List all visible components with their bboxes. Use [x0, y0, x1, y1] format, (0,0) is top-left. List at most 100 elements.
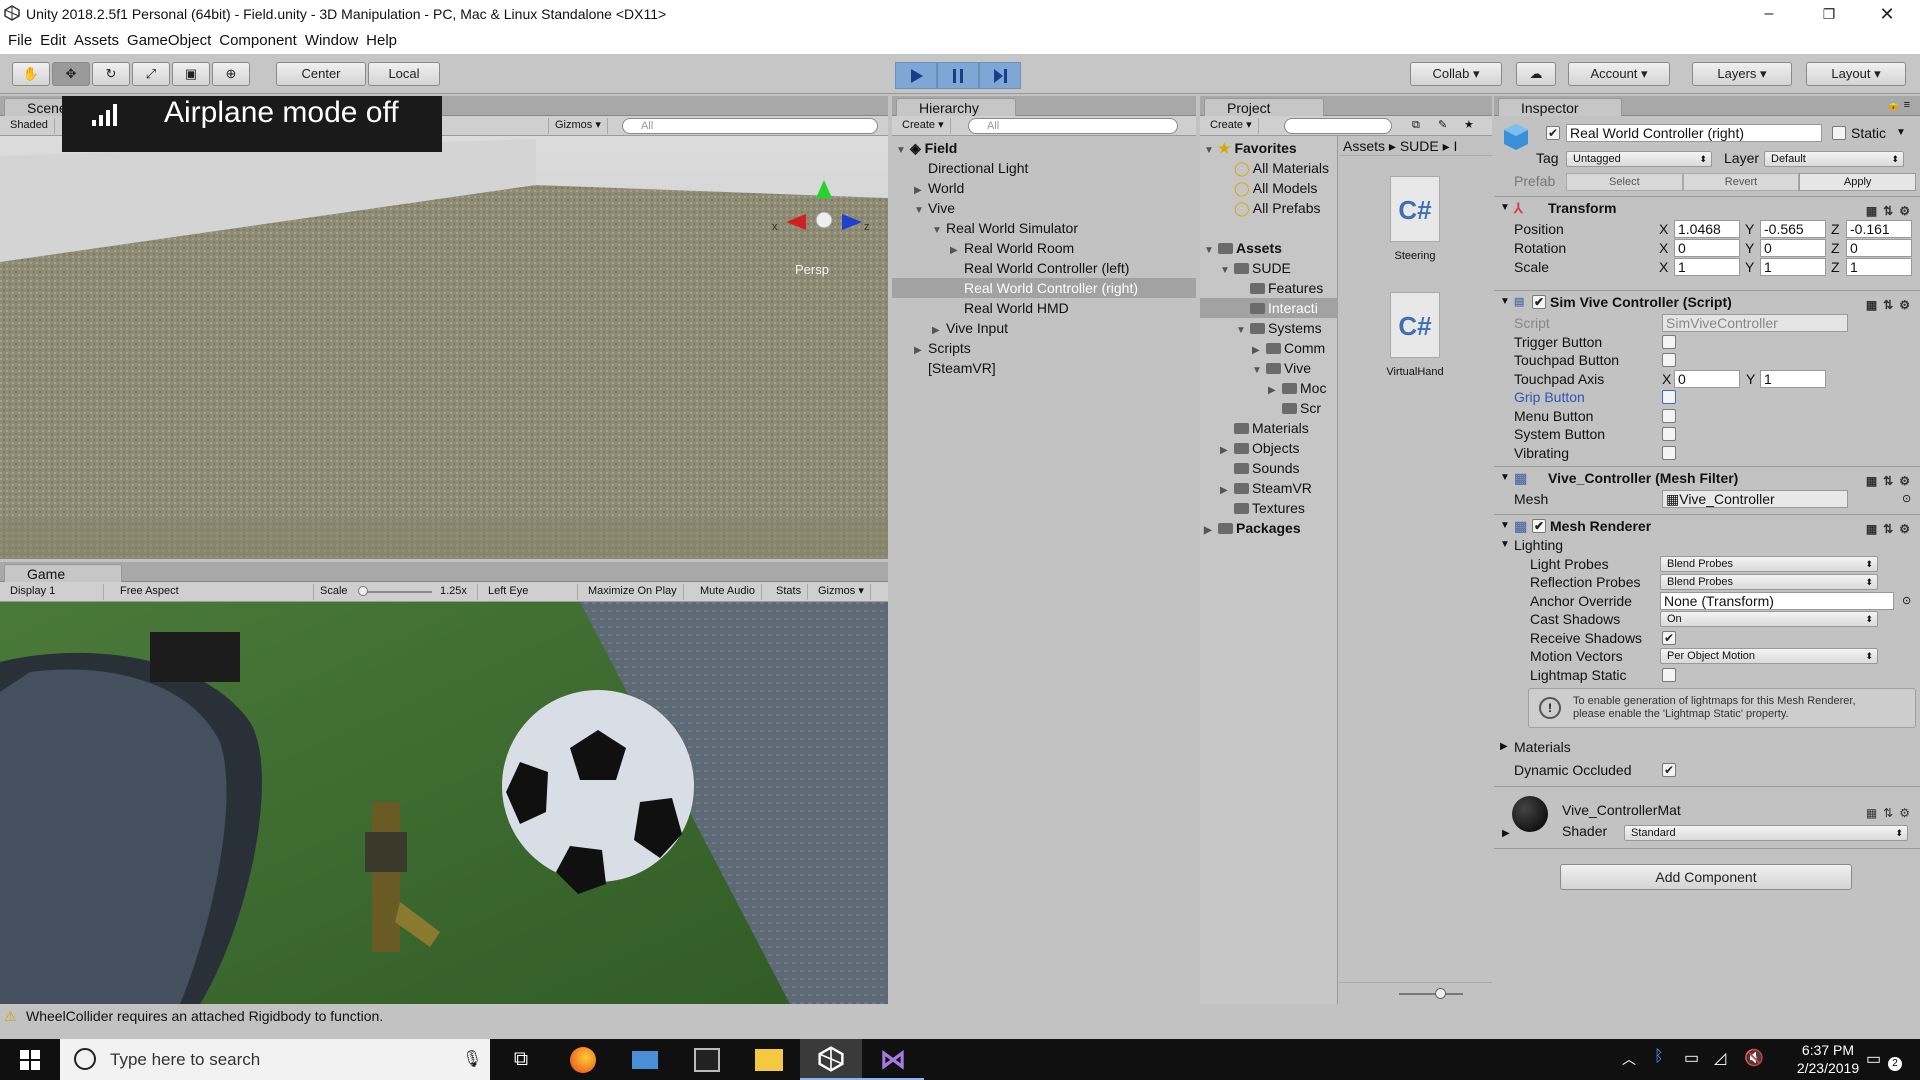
battery-icon[interactable]: ▭ [1684, 1048, 1699, 1068]
mesh-renderer-header[interactable]: ▼ ▦ ✔ Mesh Renderer ▦⇅⚙ [1494, 514, 1920, 536]
game-viewport[interactable] [0, 602, 888, 1004]
project-search-input[interactable] [1284, 118, 1392, 134]
restore-button[interactable]: ❐ [1800, 0, 1858, 28]
rotate-tool-icon[interactable]: ↻ [92, 62, 130, 86]
transform-x-field[interactable]: 0 [1674, 239, 1740, 257]
project-tree-item[interactable]: Interacti [1200, 298, 1338, 318]
icon-size-slider[interactable] [1339, 982, 1492, 1004]
task-view-icon[interactable]: ⧉ [490, 1039, 552, 1080]
project-tree-item[interactable]: ▶ Objects [1200, 438, 1338, 458]
project-tree-item[interactable]: ▶ Moc [1200, 378, 1338, 398]
vibrating-checkbox[interactable] [1662, 446, 1676, 460]
volume-muted-icon[interactable]: 🔇 [1744, 1048, 1764, 1068]
action-center-icon[interactable]: ▭ 2 [1866, 1049, 1906, 1073]
script-field[interactable]: SimViveController [1662, 314, 1848, 332]
hand-tool-icon[interactable]: ✋ [12, 62, 50, 86]
taskbar-clock[interactable]: 6:37 PM 2/23/2019 [1784, 1041, 1872, 1079]
visual-studio-icon[interactable]: ⋈ [862, 1039, 924, 1080]
layout-dropdown[interactable]: Layout ▾ [1806, 62, 1906, 86]
collapse-triangle-icon[interactable]: ▼ [1500, 197, 1510, 219]
move-tool-icon[interactable]: ✥ [52, 62, 90, 86]
breadcrumb-sude[interactable]: SUDE [1400, 138, 1439, 154]
game-gizmos-dropdown[interactable]: Gizmos ▾ [812, 584, 871, 600]
menu-file[interactable]: File [0, 28, 32, 49]
icon-size-thumb[interactable] [1435, 988, 1446, 999]
close-button[interactable]: ✕ [1858, 0, 1916, 28]
expand-triangle-icon[interactable]: ▶ [1500, 736, 1508, 758]
transform-y-field[interactable]: 0 [1760, 239, 1826, 257]
prefab-revert-button[interactable]: Revert [1682, 173, 1800, 191]
tag-dropdown[interactable]: Untagged [1566, 151, 1712, 167]
collapse-triangle-icon[interactable]: ▼ [1500, 291, 1510, 313]
project-tree-item[interactable]: ▶ Comm [1200, 338, 1338, 358]
transform-x-field[interactable]: 1 [1674, 258, 1740, 276]
hierarchy-item[interactable]: Real World Controller (right) [892, 278, 1196, 298]
active-checkbox[interactable]: ✔ [1546, 126, 1560, 140]
hierarchy-item[interactable]: ▶ Real World Room [892, 238, 1196, 258]
tab-inspector[interactable]: Inspector [1498, 98, 1622, 116]
project-tree-item[interactable]: ▶ SteamVR [1200, 478, 1338, 498]
minimize-button[interactable]: – [1740, 0, 1798, 28]
transform-x-field[interactable]: 1.0468 [1674, 220, 1740, 238]
eye-dropdown[interactable]: Left Eye [482, 584, 578, 600]
bluetooth-icon[interactable]: ᛒ [1654, 1048, 1664, 1066]
play-button[interactable] [895, 62, 937, 89]
hierarchy-item[interactable]: ▶ Vive Input [892, 318, 1196, 338]
account-dropdown[interactable]: Account ▾ [1568, 62, 1670, 86]
hierarchy-item[interactable]: ▶ Scripts [892, 338, 1196, 358]
file-virtualhand[interactable]: C# VirtualHand [1380, 292, 1450, 378]
layer-dropdown[interactable]: Default [1764, 151, 1904, 167]
layers-dropdown[interactable]: Layers ▾ [1692, 62, 1792, 86]
network-icon[interactable]: ◿ [1714, 1048, 1726, 1068]
grip-checkbox[interactable] [1662, 390, 1676, 404]
unity-taskbar-icon[interactable] [800, 1039, 862, 1080]
mesh-renderer-enabled-checkbox[interactable]: ✔ [1532, 519, 1546, 533]
tab-hierarchy[interactable]: Hierarchy [896, 98, 1016, 116]
file-steering[interactable]: C# Steering [1380, 176, 1450, 262]
transform-z-field[interactable]: 1 [1846, 258, 1912, 276]
pivot-center-button[interactable]: Center [276, 62, 366, 86]
project-tree-item[interactable]: ▼ Assets [1200, 238, 1338, 258]
transform-z-field[interactable]: -0.161 [1846, 220, 1912, 238]
hierarchy-item[interactable]: Real World HMD [892, 298, 1196, 318]
pause-button[interactable] [937, 62, 979, 89]
show-hidden-icons-icon[interactable]: ︿ [1622, 1049, 1636, 1069]
prefab-apply-button[interactable]: Apply [1799, 173, 1917, 191]
cloud-icon[interactable]: ☁ [1516, 62, 1556, 86]
file-explorer-icon[interactable] [738, 1039, 800, 1080]
status-bar[interactable]: ⚠ WheelCollider requires an attached Rig… [0, 1006, 1920, 1027]
dynamic-occluded-checkbox[interactable]: ✔ [1662, 763, 1676, 777]
favorite-star-icon[interactable]: ★ [1458, 118, 1480, 134]
project-tree-item[interactable]: ◯ All Prefabs [1200, 198, 1338, 218]
taskbar-search-box[interactable]: Type here to search 🎙 [60, 1039, 490, 1080]
breadcrumb-current[interactable]: I [1454, 138, 1458, 154]
static-checkbox[interactable] [1832, 126, 1846, 140]
project-tree-item[interactable]: ◯ All Materials [1200, 158, 1338, 178]
mute-audio-toggle[interactable]: Mute Audio [694, 584, 763, 600]
tab-project[interactable]: Project [1204, 98, 1324, 116]
cast-shadows-dropdown[interactable]: On [1660, 611, 1878, 627]
scale-thumb[interactable] [358, 586, 368, 596]
menu-component[interactable]: Component [211, 28, 297, 49]
static-dropdown-icon[interactable]: ▼ [1896, 127, 1906, 138]
project-tree-item[interactable]: Textures [1200, 498, 1338, 518]
collab-button[interactable]: Collab ▾ [1410, 62, 1502, 86]
display-dropdown[interactable]: Display 1 [4, 584, 104, 600]
filter-type-icon[interactable]: ⧉ [1406, 118, 1426, 134]
tab-game[interactable]: Game [4, 564, 122, 582]
rect-tool-icon[interactable]: ▣ [172, 62, 210, 86]
materials-foldout[interactable]: ▶ Materials [1494, 736, 1920, 758]
hierarchy-item[interactable]: ▶ World [892, 178, 1196, 198]
light-probes-dropdown[interactable]: Blend Probes [1660, 556, 1878, 572]
scale-slider[interactable]: Scale 1.25x [314, 584, 478, 600]
transform-z-field[interactable]: 0 [1846, 239, 1912, 257]
sim-controller-header[interactable]: ▼ ▤ ✔ Sim Vive Controller (Script) ▦⇅⚙ [1494, 290, 1920, 312]
hierarchy-item[interactable]: ▼ Real World Simulator [892, 218, 1196, 238]
project-tree-item[interactable]: Materials [1200, 418, 1338, 438]
scene-search-input[interactable]: All [622, 118, 878, 134]
pivot-local-button[interactable]: Local [368, 62, 440, 86]
expand-triangle-icon[interactable]: ▶ [1204, 521, 1218, 541]
shaded-dropdown[interactable]: Shaded [4, 118, 55, 134]
menu-button-checkbox[interactable] [1662, 409, 1676, 423]
project-tree-item[interactable]: ▼ Systems [1200, 318, 1338, 338]
